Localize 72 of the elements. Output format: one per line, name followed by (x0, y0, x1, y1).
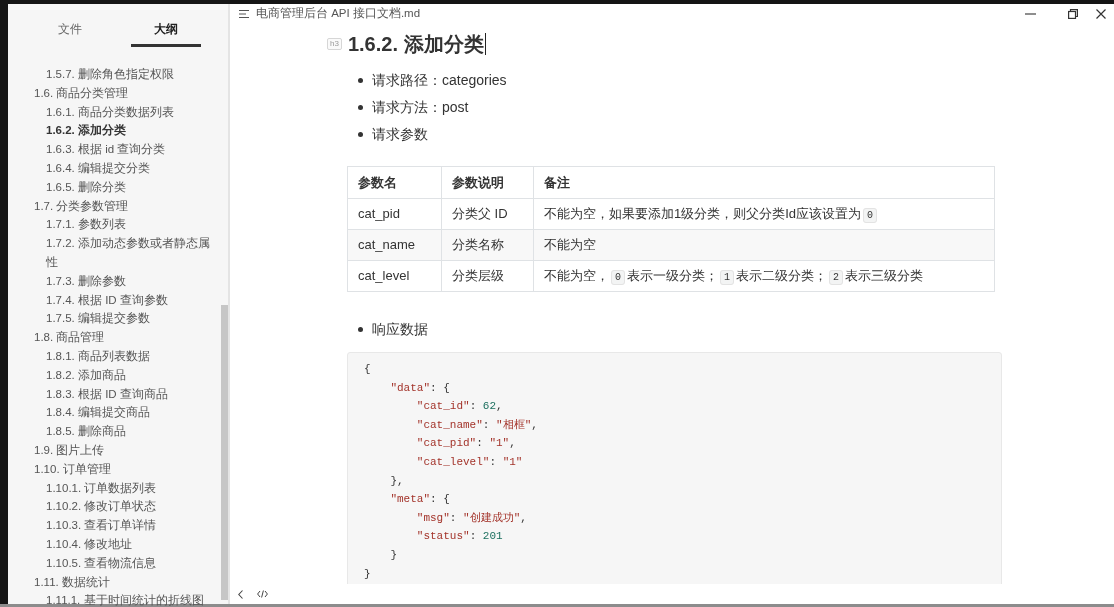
outline-item[interactable]: 1.6.5. 删除分类 (8, 177, 217, 197)
code-line: "data": { (389, 380, 450, 396)
list-item-text: 响应数据 (372, 320, 428, 339)
outline-item[interactable]: 1.11.1. 基于时间统计的折线图 (8, 591, 217, 607)
table-cell: cat_level (347, 260, 442, 292)
list-item-text: 请求方法：post (372, 98, 469, 117)
code-line: "status": 201 (415, 529, 503, 545)
code-icon[interactable] (257, 590, 268, 598)
outline-item[interactable]: 1.10.5. 查看物流信息 (8, 553, 217, 573)
code-line: { (364, 362, 371, 377)
table-cell: cat_name (347, 229, 442, 261)
outline-item[interactable]: 1.10.3. 查看订单详情 (8, 516, 217, 535)
heading-level-tag: h3 (327, 38, 342, 50)
chevron-left-icon[interactable] (238, 589, 243, 599)
outline-item[interactable]: 1.8.4. 编辑提交商品 (8, 403, 217, 423)
outline-item[interactable]: 1.8.2. 添加商品 (8, 365, 217, 385)
outline-item[interactable]: 1.10. 订单管理 (8, 459, 217, 479)
code-line: "cat_pid": "1", (415, 436, 516, 452)
code-line: "msg": "创建成功", (415, 510, 527, 526)
outline-item[interactable]: 1.6.3. 根据 id 查询分类 (8, 140, 217, 159)
outline-item[interactable]: 1.7.1. 参数列表 (8, 215, 217, 235)
outline-item[interactable]: 1.7.5. 编辑提交参数 (8, 309, 217, 329)
document-title: 电商管理后台 API 接口文档.md (256, 6, 421, 22)
heading: 1.6.2. 添加分类 (347, 32, 484, 56)
outline-item[interactable]: 1.7.2. 添加动态参数或者静态属性 (8, 234, 217, 272)
outline-item[interactable]: 1.7.4. 根据 ID 查询参数 (8, 290, 217, 310)
sidebar-tab[interactable]: 文件 (35, 13, 105, 47)
scrollbar-thumb[interactable] (221, 305, 228, 600)
outline-item[interactable]: 1.11. 数据统计 (8, 572, 217, 592)
column-header: 备注 (533, 166, 995, 199)
outline-item[interactable]: 1.10.2. 修改订单状态 (8, 497, 217, 517)
outline-item[interactable]: 1.8. 商品管理 (8, 328, 217, 347)
outline-item[interactable]: 1.7.3. 删除参数 (8, 271, 217, 291)
outline-item[interactable]: 1.6.4. 编辑提交分类 (8, 159, 217, 178)
sidebar-tab[interactable]: 大纲 (131, 13, 201, 47)
table-cell: 不能为空 (533, 229, 995, 261)
outline-item[interactable]: 1.10.4. 修改地址 (8, 534, 217, 554)
outline-item[interactable]: 1.6.1. 商品分类数据列表 (8, 102, 217, 122)
table-cell: 不能为空，如果要添加1级分类，则父分类Id应该设置为 0 (533, 198, 995, 230)
code-line: "meta": { (389, 492, 450, 508)
bullet-icon (358, 132, 363, 137)
list-item-text: 请求路径：categories (372, 71, 507, 90)
bullet-icon (358, 105, 363, 110)
table-cell: 分类父 ID (441, 198, 534, 230)
outline-item[interactable]: 1.8.5. 删除商品 (8, 422, 217, 441)
outline-item[interactable]: 1.8.3. 根据 ID 查询商品 (8, 384, 217, 404)
outline-item[interactable]: 1.6. 商品分类管理 (8, 83, 217, 103)
table-cell: 不能为空， 0 表示一级分类； 1 表示二级分类； 2 表示三级分类 (533, 260, 995, 292)
code-line: }, (389, 473, 404, 489)
code-line: "cat_id": 62, (415, 399, 503, 415)
bullet-icon (358, 78, 363, 83)
column-header: 参数说明 (441, 166, 534, 199)
close-icon[interactable] (1096, 9, 1106, 19)
code-line: } (389, 547, 397, 563)
text-cursor-icon (484, 33, 486, 55)
outline-item[interactable]: 1.6.2. 添加分类 (8, 121, 217, 141)
code-line: "cat_level": "1" (415, 454, 523, 470)
code-line: "cat_name": "相框", (415, 417, 538, 433)
outline-item[interactable]: 1.7. 分类参数管理 (8, 196, 217, 216)
menu-icon[interactable] (239, 10, 249, 18)
bullet-icon (358, 327, 363, 332)
outline-item[interactable]: 1.5.7. 删除角色指定权限 (8, 65, 217, 84)
outline-item[interactable]: 1.10.1. 订单数据列表 (8, 478, 217, 498)
outline-item[interactable]: 1.8.1. 商品列表数据 (8, 346, 217, 366)
table-cell: 分类名称 (441, 229, 534, 261)
table-cell: 分类层级 (441, 260, 534, 292)
outline-item[interactable]: 1.9. 图片上传 (8, 440, 217, 460)
restore-icon[interactable] (1068, 9, 1078, 19)
table-cell: cat_pid (347, 198, 442, 230)
column-header: 参数名 (347, 166, 442, 199)
code-line: } (364, 566, 371, 582)
list-item-text: 请求参数 (372, 125, 428, 144)
